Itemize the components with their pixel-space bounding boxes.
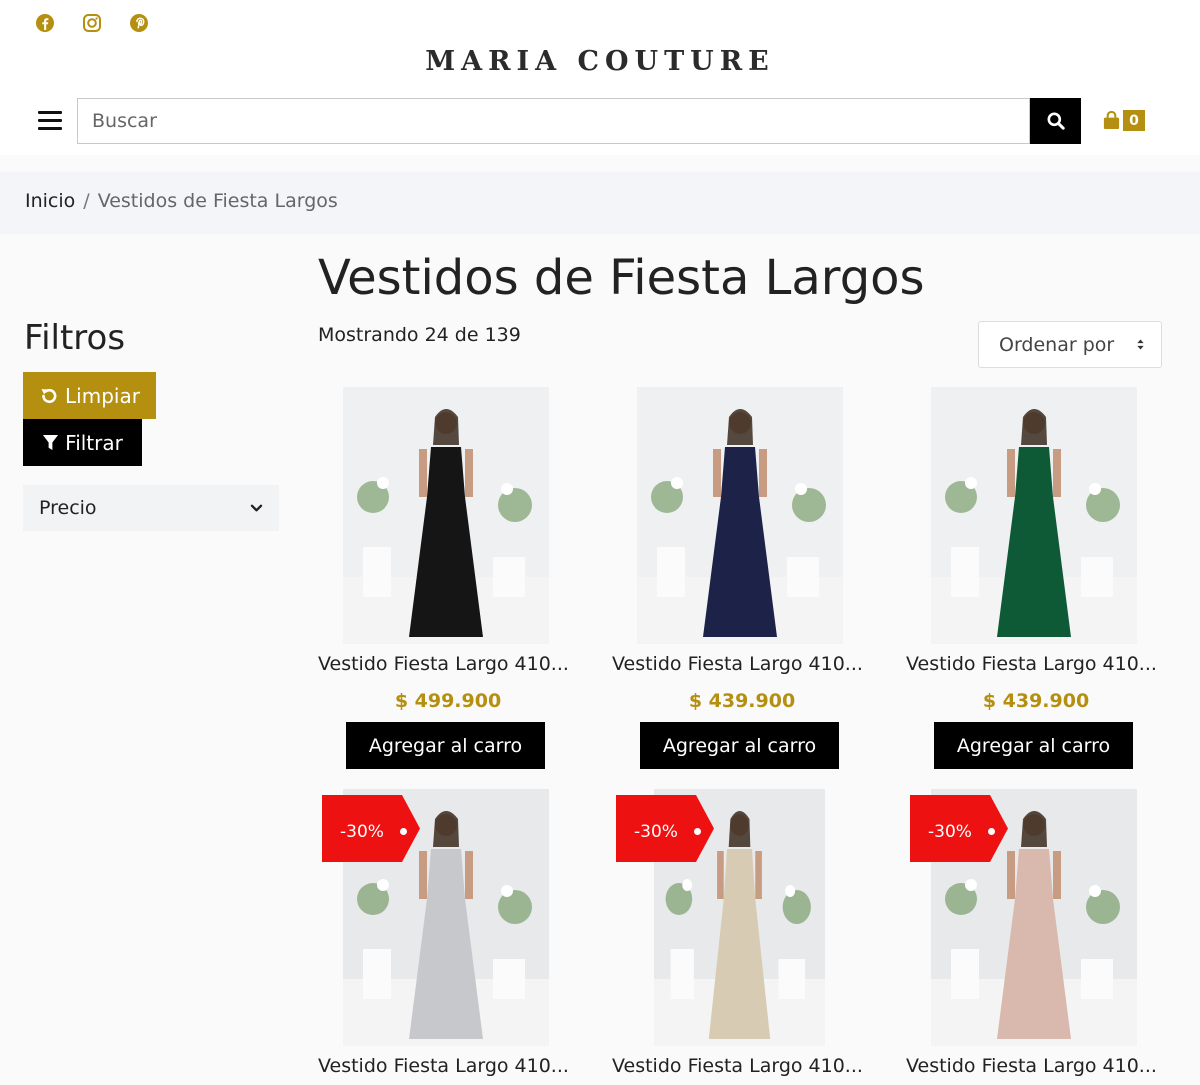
results-count: Mostrando 24 de 139 <box>318 324 521 346</box>
product-image[interactable] <box>931 387 1137 644</box>
chevron-down-icon <box>250 504 263 511</box>
shopping-bag-icon <box>1103 110 1120 130</box>
product-price: $ 439.900 <box>982 690 1090 712</box>
product-name[interactable]: Vestido Fiesta Largo 410... <box>612 1055 872 1077</box>
product-image[interactable] <box>637 387 843 644</box>
social-links <box>34 12 150 34</box>
breadcrumb-home-link[interactable]: Inicio <box>25 190 75 212</box>
search-icon <box>1047 112 1065 130</box>
price-filter-dropdown[interactable]: Precio <box>23 485 279 531</box>
apply-filters-label: Filtrar <box>65 430 123 455</box>
search-button[interactable] <box>1030 98 1081 144</box>
sort-label: Ordenar por <box>999 333 1115 356</box>
menu-icon[interactable] <box>38 111 62 131</box>
badge-hole <box>988 828 995 835</box>
discount-badge: -30% <box>616 795 714 862</box>
cart-count-badge: 0 <box>1123 110 1145 131</box>
add-to-cart-button[interactable]: Agregar al carro <box>640 722 839 769</box>
apply-filters-button[interactable]: Filtrar <box>23 419 142 466</box>
search-input[interactable] <box>77 98 1030 144</box>
cart-button[interactable]: 0 <box>1102 110 1145 131</box>
product-name[interactable]: Vestido Fiesta Largo 410... <box>318 1055 578 1077</box>
site-header: MARIA COUTURE 0 <box>0 0 1200 155</box>
discount-badge-text: -30% <box>634 822 678 842</box>
sort-dropdown[interactable]: Ordenar por <box>978 321 1162 368</box>
discount-badge-text: -30% <box>340 822 384 842</box>
discount-badge: -30% <box>322 795 420 862</box>
discount-badge: -30% <box>910 795 1008 862</box>
product-price: $ 499.900 <box>394 690 502 712</box>
page-title: Vestidos de Fiesta Largos <box>318 250 925 306</box>
badge-hole <box>694 828 701 835</box>
filters-title: Filtros <box>24 318 126 358</box>
facebook-icon[interactable] <box>34 12 56 34</box>
brand-logo[interactable]: MARIA COUTURE <box>0 46 1200 77</box>
add-to-cart-button[interactable]: Agregar al carro <box>346 722 545 769</box>
add-to-cart-button[interactable]: Agregar al carro <box>934 722 1133 769</box>
product-name[interactable]: Vestido Fiesta Largo 410... <box>318 653 578 675</box>
clear-filters-button[interactable]: Limpiar <box>23 372 156 419</box>
product-price: $ 439.900 <box>688 690 796 712</box>
instagram-icon[interactable] <box>81 12 103 34</box>
price-filter-label: Precio <box>39 497 97 519</box>
product-name[interactable]: Vestido Fiesta Largo 410... <box>906 1055 1166 1077</box>
undo-icon <box>41 388 57 403</box>
filter-icon <box>43 434 59 451</box>
discount-badge-text: -30% <box>928 822 972 842</box>
badge-hole <box>400 828 407 835</box>
product-name[interactable]: Vestido Fiesta Largo 410... <box>612 653 872 675</box>
breadcrumb-current: Vestidos de Fiesta Largos <box>97 190 338 212</box>
clear-filters-label: Limpiar <box>65 383 140 408</box>
sort-arrows-icon <box>1137 339 1144 350</box>
pinterest-icon[interactable] <box>128 12 150 34</box>
breadcrumb: Inicio / Vestidos de Fiesta Largos <box>25 190 338 212</box>
product-image[interactable] <box>343 387 549 644</box>
product-name[interactable]: Vestido Fiesta Largo 410... <box>906 653 1166 675</box>
breadcrumb-separator: / <box>83 190 90 212</box>
